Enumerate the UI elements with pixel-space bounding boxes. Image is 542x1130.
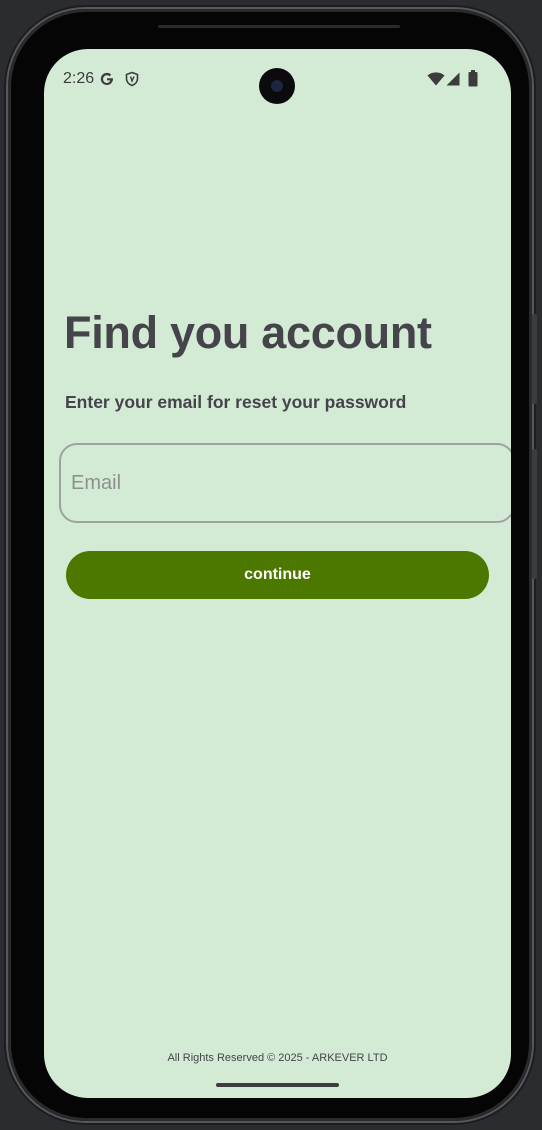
page-title: Find you account: [64, 307, 432, 358]
footer-copyright: All Rights Reserved © 2025 - ARKEVER LTD: [167, 1052, 388, 1064]
home-indicator[interactable]: [216, 1083, 339, 1087]
wifi-icon: [427, 72, 445, 86]
front-camera: [259, 68, 295, 104]
signal-icon: [446, 72, 460, 86]
google-icon: [100, 72, 113, 86]
continue-button[interactable]: continue: [66, 551, 489, 599]
shield-icon: [125, 71, 139, 87]
email-field[interactable]: [59, 443, 511, 523]
status-bar: 2:26: [44, 49, 511, 111]
power-button: [532, 314, 537, 404]
earpiece: [158, 25, 400, 28]
volume-button: [532, 449, 537, 579]
battery-icon: [468, 70, 478, 87]
app-screen: 2:26 Find you account Enter your email f: [44, 49, 511, 1098]
page-subtitle: Enter your email for reset your password: [65, 392, 407, 412]
status-time: 2:26: [63, 70, 95, 87]
phone-frame: 2:26 Find you account Enter your email f: [8, 9, 537, 1121]
